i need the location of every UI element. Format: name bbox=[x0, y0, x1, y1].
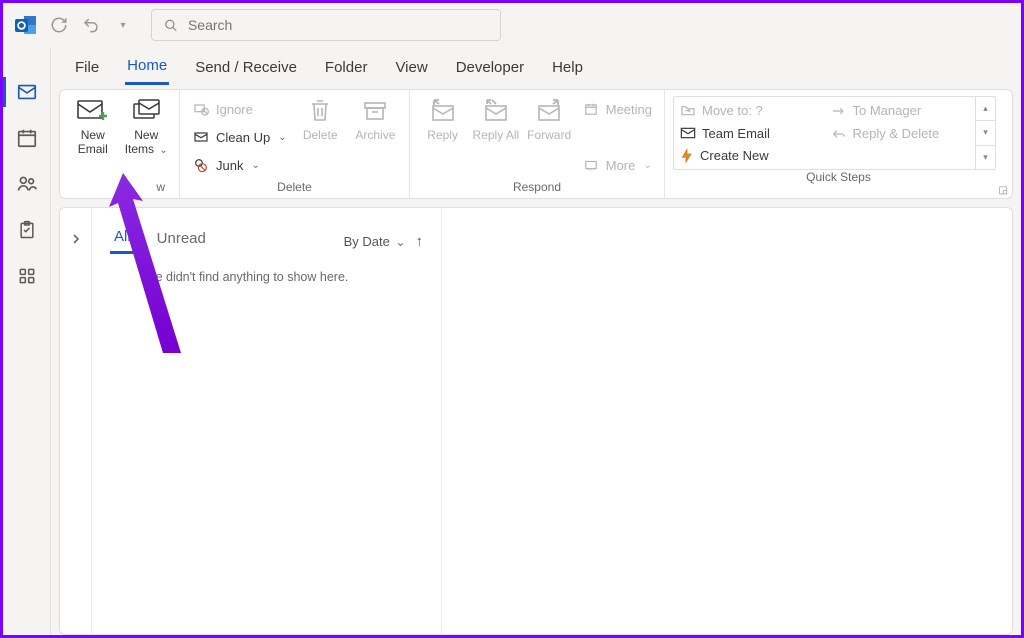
mail-icon bbox=[16, 81, 38, 103]
new-items-icon bbox=[128, 96, 164, 126]
outlook-logo bbox=[9, 8, 43, 42]
tab-help[interactable]: Help bbox=[550, 55, 585, 84]
qs-scroll-up[interactable]: ▴ bbox=[976, 97, 995, 121]
meeting-button[interactable]: Meeting bbox=[578, 96, 656, 122]
chevron-right-icon bbox=[71, 234, 81, 244]
message-list: All Unread By Date ⌄ ↑ We didn't find an… bbox=[92, 208, 442, 634]
archive-icon bbox=[362, 96, 388, 126]
qs-to-manager[interactable]: To Manager bbox=[831, 99, 970, 122]
cleanup-icon bbox=[192, 129, 210, 145]
calendar-icon bbox=[16, 127, 38, 149]
group-new: New Email New Items ⌄ w bbox=[60, 90, 180, 198]
title-bar: ▾ bbox=[3, 3, 1021, 47]
qs-reply-delete[interactable]: Reply & Delete bbox=[831, 122, 970, 145]
new-items-label: New Items ⌄ bbox=[122, 128, 172, 157]
search-input[interactable] bbox=[186, 16, 488, 34]
meeting-icon bbox=[582, 102, 600, 116]
new-items-button[interactable]: New Items ⌄ bbox=[122, 94, 172, 157]
reading-pane bbox=[442, 208, 1012, 634]
group-quick-steps: Move to: ? Team Email Create New To Mana… bbox=[665, 90, 1012, 198]
filter-all[interactable]: All bbox=[110, 228, 135, 254]
quick-steps-launcher-icon[interactable]: ◲ bbox=[999, 185, 1008, 196]
new-email-button[interactable]: New Email bbox=[68, 94, 118, 157]
archive-button[interactable]: Archive bbox=[350, 94, 401, 142]
rail-tasks[interactable] bbox=[3, 207, 51, 253]
folder-move-icon bbox=[680, 103, 696, 117]
group-delete-label: Delete bbox=[188, 180, 401, 196]
sync-icon[interactable] bbox=[45, 11, 73, 39]
qs-expand[interactable]: ▾ bbox=[976, 146, 995, 169]
sort-direction-icon[interactable]: ↑ bbox=[416, 233, 424, 250]
reply-all-icon bbox=[482, 96, 510, 126]
qat-customize-icon[interactable]: ▾ bbox=[109, 11, 137, 39]
rail-calendar[interactable] bbox=[3, 115, 51, 161]
more-respond-button[interactable]: More⌄ bbox=[578, 152, 656, 178]
search-icon bbox=[164, 18, 178, 33]
tab-folder[interactable]: Folder bbox=[323, 55, 370, 84]
reply-icon bbox=[429, 96, 457, 126]
quick-steps-gallery[interactable]: Move to: ? Team Email Create New To Mana… bbox=[673, 96, 996, 170]
empty-message: We didn't find anything to show here. bbox=[144, 270, 423, 284]
reply-button[interactable]: Reply bbox=[418, 94, 467, 142]
junk-icon bbox=[192, 157, 210, 173]
delete-icon bbox=[308, 96, 332, 126]
delete-button[interactable]: Delete bbox=[295, 94, 346, 142]
search-box[interactable] bbox=[151, 9, 501, 41]
group-new-label: w bbox=[68, 180, 171, 196]
ribbon-tabs: File Home Send / Receive Folder View Dev… bbox=[51, 47, 1021, 85]
folder-pane-collapsed[interactable] bbox=[60, 208, 92, 634]
create-new-icon bbox=[680, 148, 694, 164]
rail-people[interactable] bbox=[3, 161, 51, 207]
reply-all-button[interactable]: Reply All bbox=[471, 94, 520, 142]
sort-button[interactable]: By Date ⌄ bbox=[344, 234, 406, 249]
apps-icon bbox=[17, 266, 37, 286]
group-delete: Ignore Clean Up⌄ Junk⌄ Delete Archive bbox=[180, 90, 410, 198]
content-area: All Unread By Date ⌄ ↑ We didn't find an… bbox=[59, 207, 1013, 635]
people-icon bbox=[15, 173, 39, 195]
tab-file[interactable]: File bbox=[73, 55, 101, 84]
qs-scroll[interactable]: ▴▾▾ bbox=[975, 97, 995, 169]
tab-developer[interactable]: Developer bbox=[454, 55, 526, 84]
tab-view[interactable]: View bbox=[393, 55, 429, 84]
rail-more-apps[interactable] bbox=[3, 253, 51, 299]
forward-icon bbox=[535, 96, 563, 126]
qs-scroll-down[interactable]: ▾ bbox=[976, 121, 995, 145]
to-manager-icon bbox=[831, 105, 847, 117]
group-respond-label: Respond bbox=[418, 180, 656, 196]
cleanup-button[interactable]: Clean Up⌄ bbox=[188, 124, 291, 150]
undo-icon[interactable] bbox=[77, 11, 105, 39]
new-email-label: New Email bbox=[68, 128, 118, 157]
group-respond: Reply Reply All Forward Meeting bbox=[410, 90, 665, 198]
tab-send-receive[interactable]: Send / Receive bbox=[193, 55, 299, 84]
ribbon: New Email New Items ⌄ w bbox=[59, 89, 1013, 199]
new-email-icon bbox=[76, 96, 110, 126]
rail-mail[interactable] bbox=[3, 69, 51, 115]
ignore-icon bbox=[192, 101, 210, 117]
tab-home[interactable]: Home bbox=[125, 53, 169, 85]
group-quick-steps-label: Quick Steps bbox=[673, 170, 1004, 186]
tasks-icon bbox=[17, 219, 37, 241]
qs-move-to[interactable]: Move to: ? bbox=[680, 99, 819, 122]
reply-delete-icon bbox=[831, 128, 847, 140]
ignore-button[interactable]: Ignore bbox=[188, 96, 291, 122]
qs-team-email[interactable]: Team Email bbox=[680, 122, 819, 145]
app-rail bbox=[3, 47, 51, 635]
forward-button[interactable]: Forward bbox=[525, 94, 574, 142]
team-email-icon bbox=[680, 127, 696, 139]
qs-create-new[interactable]: Create New bbox=[680, 144, 819, 167]
junk-button[interactable]: Junk⌄ bbox=[188, 152, 291, 178]
more-icon bbox=[582, 158, 600, 172]
filter-unread[interactable]: Unread bbox=[153, 230, 210, 253]
